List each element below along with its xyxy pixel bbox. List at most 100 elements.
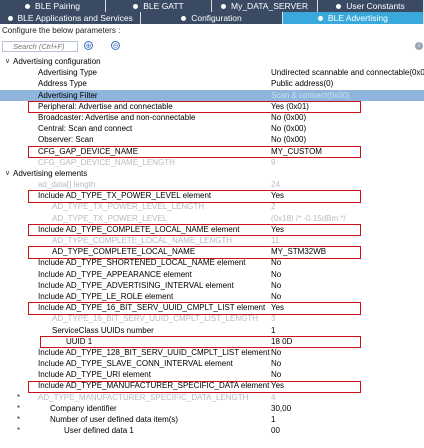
- param-label: Number of user defined data item(s): [50, 415, 179, 424]
- tab-label: My_DATA_SERVER: [231, 1, 308, 11]
- param-value[interactable]: No: [271, 269, 281, 280]
- tab-ble-advertising[interactable]: BLE Advertising: [282, 12, 424, 24]
- param-value[interactable]: 1: [271, 325, 275, 336]
- tab-ble-applications[interactable]: BLE Applications and Services: [0, 12, 142, 24]
- param-row[interactable]: * User defined data 1 00: [0, 425, 424, 436]
- param-label: Include AD_TYPE_16_BIT_SERV_UUID_CMPLT_L…: [38, 303, 266, 313]
- tab-label: BLE Advertising: [327, 13, 388, 23]
- param-row[interactable]: Include AD_TYPE_SHORTENED_LOCAL_NAME ele…: [0, 257, 424, 268]
- param-row[interactable]: * AD_TYPE_MANUFACTURER_SPECIFIC_DATA_LENG…: [0, 392, 424, 403]
- search-input[interactable]: [2, 41, 78, 52]
- param-row[interactable]: Include AD_TYPE_MANUFACTURER_SPECIFIC_DA…: [0, 380, 424, 391]
- param-row[interactable]: ad_data[] length 24: [0, 179, 424, 190]
- param-value[interactable]: Yes: [271, 190, 284, 201]
- param-label: Include AD_TYPE_URI element: [38, 370, 151, 380]
- param-row[interactable]: AD_TYPE_16_BIT_SERV_UUID_CMPLT_LIST_LENG…: [0, 313, 424, 324]
- param-value[interactable]: No: [271, 280, 281, 291]
- check-icon: [336, 3, 342, 9]
- param-row[interactable]: Address Type Public address(0): [0, 78, 424, 89]
- param-row[interactable]: Include AD_TYPE_128_BIT_SERV_UUID_CMPLT_…: [0, 347, 424, 358]
- param-row[interactable]: Include AD_TYPE_SLAVE_CONN_INTERVAL elem…: [0, 358, 424, 369]
- param-value[interactable]: Yes: [271, 380, 284, 391]
- param-value[interactable]: 4: [271, 392, 275, 403]
- param-row[interactable]: CFG_GAP_DEVICE_NAME MY_CUSTOM: [0, 146, 424, 157]
- tab-label: BLE GATT: [143, 1, 184, 11]
- param-value[interactable]: 9: [271, 157, 275, 168]
- param-value[interactable]: 30,00: [271, 403, 291, 414]
- param-value[interactable]: No: [271, 257, 281, 268]
- tab-configuration[interactable]: Configuration: [141, 12, 283, 24]
- check-icon: [133, 3, 139, 9]
- param-row[interactable]: CFG_GAP_DEVICE_NAME_LENGTH 9: [0, 157, 424, 168]
- second-tab-bar: BLE Applications and Services Configurat…: [0, 12, 424, 24]
- param-label: CFG_GAP_DEVICE_NAME: [38, 146, 139, 156]
- param-label: AD_TYPE_COMPLETE_LOCAL_NAME_LENGTH: [52, 236, 233, 245]
- param-value[interactable]: Public address(0): [271, 78, 333, 89]
- param-value[interactable]: 2: [271, 201, 275, 212]
- param-value[interactable]: Undirected scannable and connectable(0x0…: [271, 67, 424, 78]
- param-row[interactable]: Central: Scan and connect No (0x00): [0, 123, 424, 134]
- check-icon: [221, 3, 226, 9]
- param-row[interactable]: Advertising Filter Scan & connect(0x00): [0, 89, 424, 101]
- param-row[interactable]: AD_TYPE_COMPLETE_LOCAL_NAME MY_STM32WB: [0, 246, 424, 257]
- param-value[interactable]: Yes: [271, 224, 284, 235]
- param-row[interactable]: AD_TYPE_TX_POWER_LEVEL_LENGTH 2: [0, 201, 424, 212]
- param-value[interactable]: Yes: [271, 302, 284, 313]
- param-value[interactable]: 18 0D: [271, 336, 292, 347]
- param-row[interactable]: ServiceClass UUIDs number 1: [0, 325, 424, 336]
- param-value[interactable]: No (0x00): [271, 112, 306, 123]
- param-label: UUID 1: [66, 336, 93, 346]
- collapse-icon[interactable]: ⊖: [111, 41, 120, 50]
- param-row[interactable]: * Number of user defined data item(s) 1: [0, 414, 424, 425]
- param-row[interactable]: Include AD_TYPE_URI element No: [0, 369, 424, 380]
- param-value[interactable]: No (0x00): [271, 134, 306, 145]
- param-row[interactable]: Broadcaster: Advertise and non-connectab…: [0, 112, 424, 123]
- param-value[interactable]: (0x18) /* -0.15dBm */: [271, 213, 346, 224]
- param-row[interactable]: UUID 1 18 0D: [0, 336, 424, 347]
- param-row[interactable]: Include AD_TYPE_TX_POWER_LEVEL element Ye…: [0, 190, 424, 201]
- expand-icon[interactable]: ⊕: [84, 41, 93, 50]
- group-header[interactable]: ∨ Advertising configuration: [0, 56, 424, 67]
- group-header[interactable]: ∨ Advertising elements: [0, 168, 424, 179]
- modified-marker-icon: *: [17, 403, 21, 413]
- param-value[interactable]: No (0x00): [271, 123, 306, 134]
- param-row[interactable]: * Company identifier 30,00: [0, 403, 424, 414]
- param-row[interactable]: Peripheral: Advertise and connectable Yes…: [0, 101, 424, 112]
- tab-ble-pairing[interactable]: BLE Pairing: [0, 0, 106, 12]
- param-value[interactable]: No: [271, 369, 281, 380]
- collapse-caret-icon[interactable]: ∨: [5, 168, 10, 179]
- param-row[interactable]: AD_TYPE_TX_POWER_LEVEL (0x18) /* -0.15dBm…: [0, 213, 424, 224]
- param-value[interactable]: MY_STM32WB: [271, 246, 326, 257]
- param-value[interactable]: Scan & connect(0x00): [271, 90, 350, 101]
- param-row[interactable]: Advertising Type Undirected scannable and…: [0, 67, 424, 78]
- param-row[interactable]: AD_TYPE_COMPLETE_LOCAL_NAME_LENGTH 11: [0, 235, 424, 246]
- param-value[interactable]: 1: [271, 414, 275, 425]
- param-value[interactable]: Yes (0x01): [271, 101, 309, 112]
- info-icon[interactable]: i: [415, 42, 423, 50]
- param-value[interactable]: MY_CUSTOM: [271, 146, 322, 157]
- param-value[interactable]: No: [271, 358, 281, 369]
- tab-ble-gatt[interactable]: BLE GATT: [106, 0, 212, 12]
- param-row[interactable]: Include AD_TYPE_LE_ROLE element No: [0, 291, 424, 302]
- param-row[interactable]: Observer: Scan No (0x00): [0, 134, 424, 145]
- param-value[interactable]: 24: [271, 179, 280, 190]
- tab-label: Configuration: [191, 13, 242, 23]
- param-label: Include AD_TYPE_COMPLETE_LOCAL_NAME elem…: [38, 224, 240, 234]
- check-icon: [25, 3, 31, 9]
- collapse-caret-icon[interactable]: ∨: [5, 56, 10, 67]
- toolbar: ⚲ ⊕ ⊖ i: [0, 41, 424, 53]
- param-label: Include AD_TYPE_SHORTENED_LOCAL_NAME ele…: [38, 258, 246, 268]
- param-row[interactable]: Include AD_TYPE_ADVERTISING_INTERVAL ele…: [0, 280, 424, 291]
- tab-user-constants[interactable]: User Constants: [318, 0, 424, 12]
- param-value[interactable]: 3: [271, 313, 275, 324]
- param-row[interactable]: Include AD_TYPE_APPEARANCE element No: [0, 269, 424, 280]
- param-value[interactable]: No: [271, 347, 281, 358]
- param-value[interactable]: 11: [271, 235, 279, 246]
- param-row[interactable]: Include AD_TYPE_16_BIT_SERV_UUID_CMPLT_L…: [0, 302, 424, 313]
- param-label: Advertising configuration: [13, 57, 101, 66]
- tab-my-data-server[interactable]: My_DATA_SERVER: [212, 0, 318, 12]
- param-label: Include AD_TYPE_LE_ROLE element: [38, 291, 174, 301]
- param-row[interactable]: Include AD_TYPE_COMPLETE_LOCAL_NAME elem…: [0, 224, 424, 235]
- param-value[interactable]: 00: [271, 425, 280, 436]
- param-value[interactable]: No: [271, 291, 281, 302]
